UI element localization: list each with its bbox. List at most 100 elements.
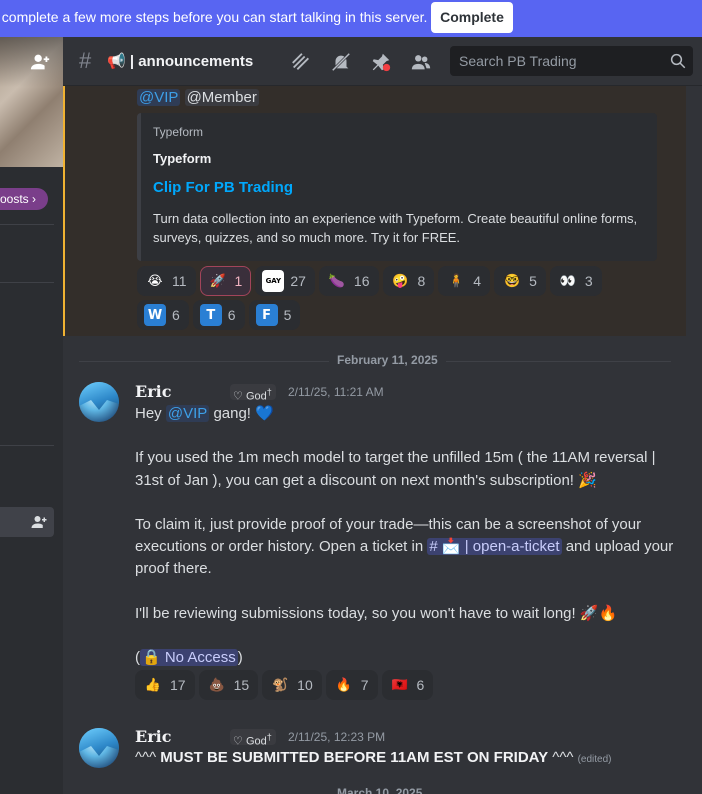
search-input[interactable]: Search PB Trading xyxy=(450,46,693,76)
reaction-emoji-icon: 👀 xyxy=(559,273,576,289)
reaction-button[interactable]: 🍆 16 xyxy=(318,266,379,296)
sidebar-divider xyxy=(0,224,54,225)
timestamp: 2/11/25, 12:23 PM xyxy=(288,730,386,744)
reaction-button[interactable]: F5 xyxy=(248,300,301,330)
channel-sidebar: oosts › xyxy=(0,37,63,794)
date-divider-label: March 10, 2025 xyxy=(329,786,431,794)
reaction-count: 1 xyxy=(234,273,243,289)
reaction-count: 4 xyxy=(473,273,482,289)
threads-icon[interactable] xyxy=(290,51,312,73)
search-icon xyxy=(670,53,686,69)
username[interactable]: Eric xyxy=(135,382,171,401)
reaction-count: 6 xyxy=(416,677,425,693)
heart-icon: ♡ xyxy=(233,390,243,403)
reaction-button[interactable]: GAY 27 xyxy=(255,266,315,296)
message-paragraph: If you used the 1m mech model to target … xyxy=(135,449,656,489)
reaction-count: 8 xyxy=(417,273,426,289)
reaction-count: 10 xyxy=(297,677,313,693)
message-list: @VIP @Member Typeform Typeform Clip For … xyxy=(63,86,702,794)
reaction-emoji-icon: 😭 xyxy=(147,273,163,289)
reaction-button[interactable]: 👀 3 xyxy=(549,266,602,296)
reaction-count: 11 xyxy=(172,273,187,289)
member-list-icon[interactable] xyxy=(410,51,432,73)
member-role-mention[interactable]: @Member xyxy=(184,89,259,106)
heart-icon: ♡ xyxy=(233,735,243,748)
bold-text: MUST BE SUBMITTED BEFORE 11AM EST ON FRI… xyxy=(160,749,549,766)
role-tag[interactable]: ♡ God† xyxy=(230,384,276,403)
mentions-line: @VIP @Member xyxy=(137,89,259,106)
sidebar-selected-channel[interactable] xyxy=(0,507,54,537)
vip-role-mention[interactable]: @VIP xyxy=(137,89,181,106)
reaction-emoji-icon: 🔥 xyxy=(335,677,352,693)
reaction-button[interactable]: 💩 15 xyxy=(198,670,259,700)
role-tag[interactable]: ♡ God† xyxy=(230,729,276,748)
date-divider: February 11, 2025 xyxy=(79,353,671,367)
notifications-muted-icon[interactable] xyxy=(330,51,352,73)
reaction-emoji-icon: 🤪 xyxy=(392,273,409,289)
reaction-emoji-icon: 🇦🇱 xyxy=(391,677,408,693)
server-banner-image xyxy=(0,37,63,167)
reaction-count: 27 xyxy=(290,273,306,289)
reaction-emoji-icon: 👍 xyxy=(144,677,162,693)
embed-provider: Typeform xyxy=(153,125,204,139)
message-paragraph: To claim it, just provide proof of your … xyxy=(135,516,674,577)
message-paragraph: (🔒 No Access) xyxy=(135,649,243,666)
blue-heart-emoji: 💙 xyxy=(255,404,274,422)
reaction-button[interactable]: 🧍 4 xyxy=(438,266,491,296)
add-member-icon[interactable] xyxy=(30,513,48,531)
avatar[interactable] xyxy=(79,728,119,768)
reaction-emoji-icon: 🧍 xyxy=(448,273,465,289)
message-paragraph: I'll be reviewing submissions today, so … xyxy=(135,604,618,622)
channel-hash-icon: # xyxy=(79,48,92,73)
reaction-emoji-icon: 💩 xyxy=(208,677,225,693)
party-popper-emoji: 🎉 xyxy=(578,471,597,489)
boosts-pill[interactable]: oosts › xyxy=(0,188,48,210)
reaction-emoji-icon: T xyxy=(199,304,222,326)
vip-role-mention[interactable]: @VIP xyxy=(165,405,210,422)
date-divider-label: February 11, 2025 xyxy=(329,353,446,367)
mentioned-message-highlight: @VIP @Member Typeform Typeform Clip For … xyxy=(63,86,686,336)
no-access-channel-mention[interactable]: 🔒 No Access xyxy=(140,649,238,666)
reaction-emoji-icon: GAY xyxy=(262,270,285,292)
complete-button[interactable]: Complete xyxy=(431,2,513,33)
notice-text: t complete a few more steps before you c… xyxy=(0,9,428,25)
reaction-emoji-icon: 🍆 xyxy=(328,273,346,289)
username[interactable]: Eric xyxy=(135,727,171,746)
reaction-count: 3 xyxy=(584,273,593,289)
reaction-button[interactable]: 🔥 7 xyxy=(325,670,378,700)
embed-title-link[interactable]: Clip For PB Trading xyxy=(153,179,293,196)
reaction-button[interactable]: 🇦🇱 6 xyxy=(381,670,434,700)
reaction-button[interactable]: 🤪 8 xyxy=(382,266,435,296)
search-placeholder: Search PB Trading xyxy=(459,53,577,69)
reaction-bar: 😭 11 🚀 1 GAY 27 🍆 16 🤪 8 🧍 4 🤓 5 👀 3 W 6 T 6 F 5 xyxy=(137,266,637,330)
reaction-button[interactable]: 🤓 5 xyxy=(494,266,546,296)
reaction-emoji-icon: 🤓 xyxy=(504,273,521,289)
reaction-count: 7 xyxy=(360,677,369,693)
invite-people-icon[interactable] xyxy=(29,51,51,73)
reaction-button[interactable]: W6 xyxy=(137,300,189,330)
reaction-button[interactable]: 🐒 10 xyxy=(262,670,322,700)
channel-name: 📢 | announcements xyxy=(107,53,254,70)
avatar[interactable] xyxy=(79,382,119,422)
reaction-emoji-icon: F xyxy=(255,304,278,326)
sidebar-divider xyxy=(0,282,54,283)
message-content: Hey @VIP gang! 💙 If you used the 1m mech… xyxy=(135,402,675,669)
reaction-count: 6 xyxy=(227,307,236,323)
reaction-button[interactable]: T6 xyxy=(192,300,245,330)
reaction-count: 5 xyxy=(529,273,537,289)
link-embed: Typeform Typeform Clip For PB Trading Tu… xyxy=(137,113,657,261)
reaction-button[interactable]: 👍 17 xyxy=(135,670,195,700)
reaction-count: 6 xyxy=(172,307,180,323)
timestamp: 2/11/25, 11:21 AM xyxy=(288,385,384,399)
channel-header: # 📢 | announcements Search PB Trading xyxy=(63,37,702,86)
message-line: Hey @VIP gang! 💙 xyxy=(135,404,274,422)
embed-description: Turn data collection into an experience … xyxy=(153,211,638,245)
channel-mention-open-a-ticket[interactable]: # 📩 | open-a-ticket xyxy=(427,538,562,555)
embed-author: Typeform xyxy=(153,151,212,166)
sidebar-divider xyxy=(0,445,54,446)
reaction-button[interactable]: 😭 11 xyxy=(137,266,196,296)
server-onboarding-notice: t complete a few more steps before you c… xyxy=(0,0,702,37)
reaction-emoji-icon: W xyxy=(144,304,166,326)
pinned-messages-icon[interactable] xyxy=(370,51,392,73)
reaction-button[interactable]: 🚀 1 xyxy=(199,266,252,296)
